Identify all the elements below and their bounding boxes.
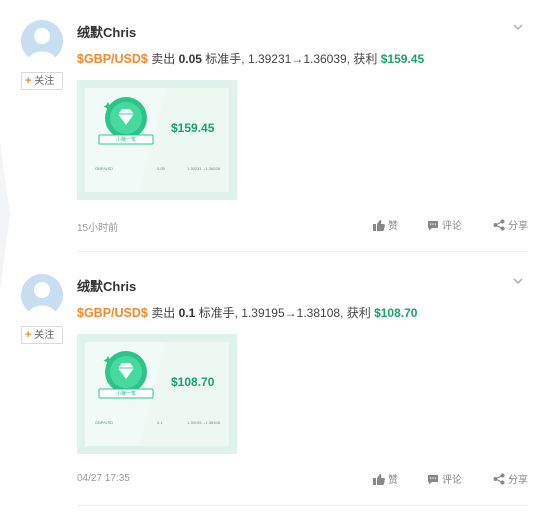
card-profit-amount: $159.45 bbox=[171, 121, 215, 135]
post-divider bbox=[77, 251, 528, 252]
username[interactable]: 绒默Chris bbox=[77, 22, 136, 41]
post-item: + 关注 绒默Chris $GBP/USD$ 卖出 0.1 标准手, 1.391… bbox=[0, 254, 554, 508]
post-divider bbox=[77, 505, 528, 506]
like-button[interactable]: 赞 bbox=[373, 217, 398, 232]
share-label: 分享 bbox=[508, 475, 528, 486]
avatar[interactable] bbox=[21, 20, 63, 62]
trade-lots: 0.1 bbox=[178, 306, 196, 320]
medal-label: 小赚一笔 bbox=[115, 391, 136, 397]
trade-action: 卖出 bbox=[151, 306, 176, 320]
card-prices: 1.39195→1.38108 bbox=[187, 420, 220, 425]
comment-icon bbox=[428, 221, 438, 231]
share-icon bbox=[493, 219, 505, 231]
comment-button[interactable]: 评论 bbox=[427, 471, 462, 486]
post-item: + 关注 绒默Chris $GBP/USD$ 卖出 0.05 标准手, 1.39… bbox=[0, 0, 554, 254]
follow-label: 关注 bbox=[34, 76, 55, 87]
trade-card-image[interactable]: 小赚一笔 $108.70 GBP/USD 0.1 1.39195→1.38108 bbox=[77, 334, 237, 454]
symbol-link[interactable]: $GBP/USD$ bbox=[77, 306, 148, 320]
post-time: 04/27 17:35 bbox=[77, 473, 130, 484]
trade-lot-unit: 标准手, bbox=[198, 306, 238, 320]
thumbs-up-icon bbox=[373, 220, 385, 231]
thumbs-up-icon bbox=[373, 474, 385, 485]
avatar-placeholder-icon bbox=[21, 274, 63, 316]
follow-label: 关注 bbox=[34, 330, 55, 341]
card-lots: 0.05 bbox=[157, 166, 165, 171]
chevron-down-icon[interactable] bbox=[511, 274, 525, 288]
feed-page: + 关注 绒默Chris $GBP/USD$ 卖出 0.05 标准手, 1.39… bbox=[0, 0, 554, 512]
card-pair: GBP/USD bbox=[95, 420, 114, 425]
comment-icon bbox=[428, 475, 438, 485]
diamond-medal-icon bbox=[98, 351, 154, 399]
trade-profit-label: 获利 bbox=[353, 52, 378, 66]
comment-label: 评论 bbox=[442, 475, 462, 486]
trade-summary: $GBP/USD$ 卖出 0.1 标准手, 1.39195→1.38108, 获… bbox=[77, 304, 417, 321]
trade-price-range: 1.39231→1.36039, bbox=[247, 52, 351, 66]
card-pair: GBP/USD bbox=[95, 166, 114, 171]
trade-action: 卖出 bbox=[151, 52, 176, 66]
trade-lots: 0.05 bbox=[178, 52, 202, 66]
comment-label: 评论 bbox=[442, 221, 462, 232]
trade-card-body: 小赚一笔 $108.70 GBP/USD 0.1 1.39195→1.38108 bbox=[85, 342, 229, 446]
trade-summary: $GBP/USD$ 卖出 0.05 标准手, 1.39231→1.36039, … bbox=[77, 50, 424, 67]
comment-button[interactable]: 评论 bbox=[427, 217, 462, 232]
card-lots: 0.1 bbox=[157, 420, 163, 425]
trade-profit: $159.45 bbox=[380, 52, 425, 66]
trade-profit: $108.70 bbox=[374, 306, 418, 320]
trade-price-range: 1.39195→1.38108, bbox=[241, 306, 344, 320]
plus-icon: + bbox=[25, 75, 32, 87]
trade-card-image[interactable]: 小赚一笔 $159.45 GBP/USD 0.05 1.39231→1.3603… bbox=[77, 80, 237, 200]
symbol-link[interactable]: $GBP/USD$ bbox=[77, 52, 148, 66]
card-profit-amount: $108.70 bbox=[171, 375, 215, 389]
like-label: 赞 bbox=[388, 475, 398, 486]
share-icon bbox=[493, 473, 505, 485]
share-button[interactable]: 分享 bbox=[493, 217, 528, 232]
like-button[interactable]: 赞 bbox=[373, 471, 398, 486]
plus-icon: + bbox=[25, 329, 32, 341]
share-label: 分享 bbox=[508, 221, 528, 232]
trade-lot-unit: 标准手, bbox=[205, 52, 245, 66]
diamond-medal-icon bbox=[98, 97, 154, 145]
avatar-placeholder-icon bbox=[21, 20, 63, 62]
like-label: 赞 bbox=[388, 221, 398, 232]
follow-button[interactable]: + 关注 bbox=[21, 72, 63, 90]
trade-card-body: 小赚一笔 $159.45 GBP/USD 0.05 1.39231→1.3603… bbox=[85, 88, 229, 192]
share-button[interactable]: 分享 bbox=[493, 471, 528, 486]
chevron-down-icon[interactable] bbox=[511, 20, 525, 34]
medal-label: 小赚一笔 bbox=[115, 137, 136, 143]
card-prices: 1.39231→1.36039 bbox=[187, 166, 220, 171]
trade-profit-label: 获利 bbox=[346, 306, 371, 320]
post-time: 15小时前 bbox=[77, 223, 119, 234]
avatar[interactable] bbox=[21, 274, 63, 316]
username[interactable]: 绒默Chris bbox=[77, 276, 136, 295]
follow-button[interactable]: + 关注 bbox=[21, 326, 63, 344]
